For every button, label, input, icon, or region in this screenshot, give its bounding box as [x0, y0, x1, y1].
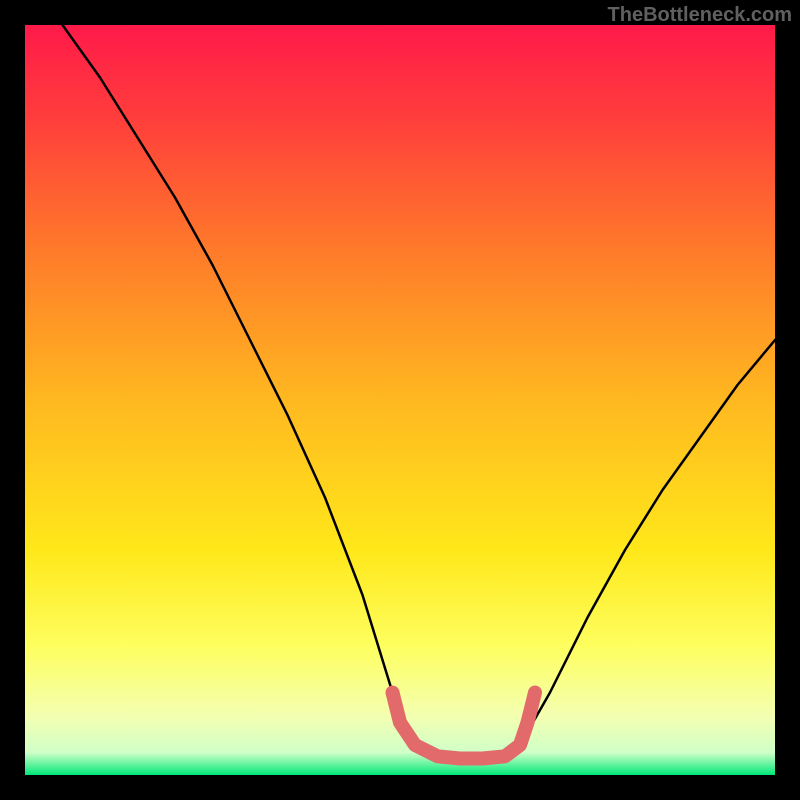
chart-frame [25, 25, 775, 775]
plot-lines [25, 25, 775, 775]
series-right-curve [520, 340, 775, 745]
attribution-text: TheBottleneck.com [608, 4, 792, 27]
series-flat-valley [393, 693, 536, 759]
series-left-curve [63, 25, 416, 745]
